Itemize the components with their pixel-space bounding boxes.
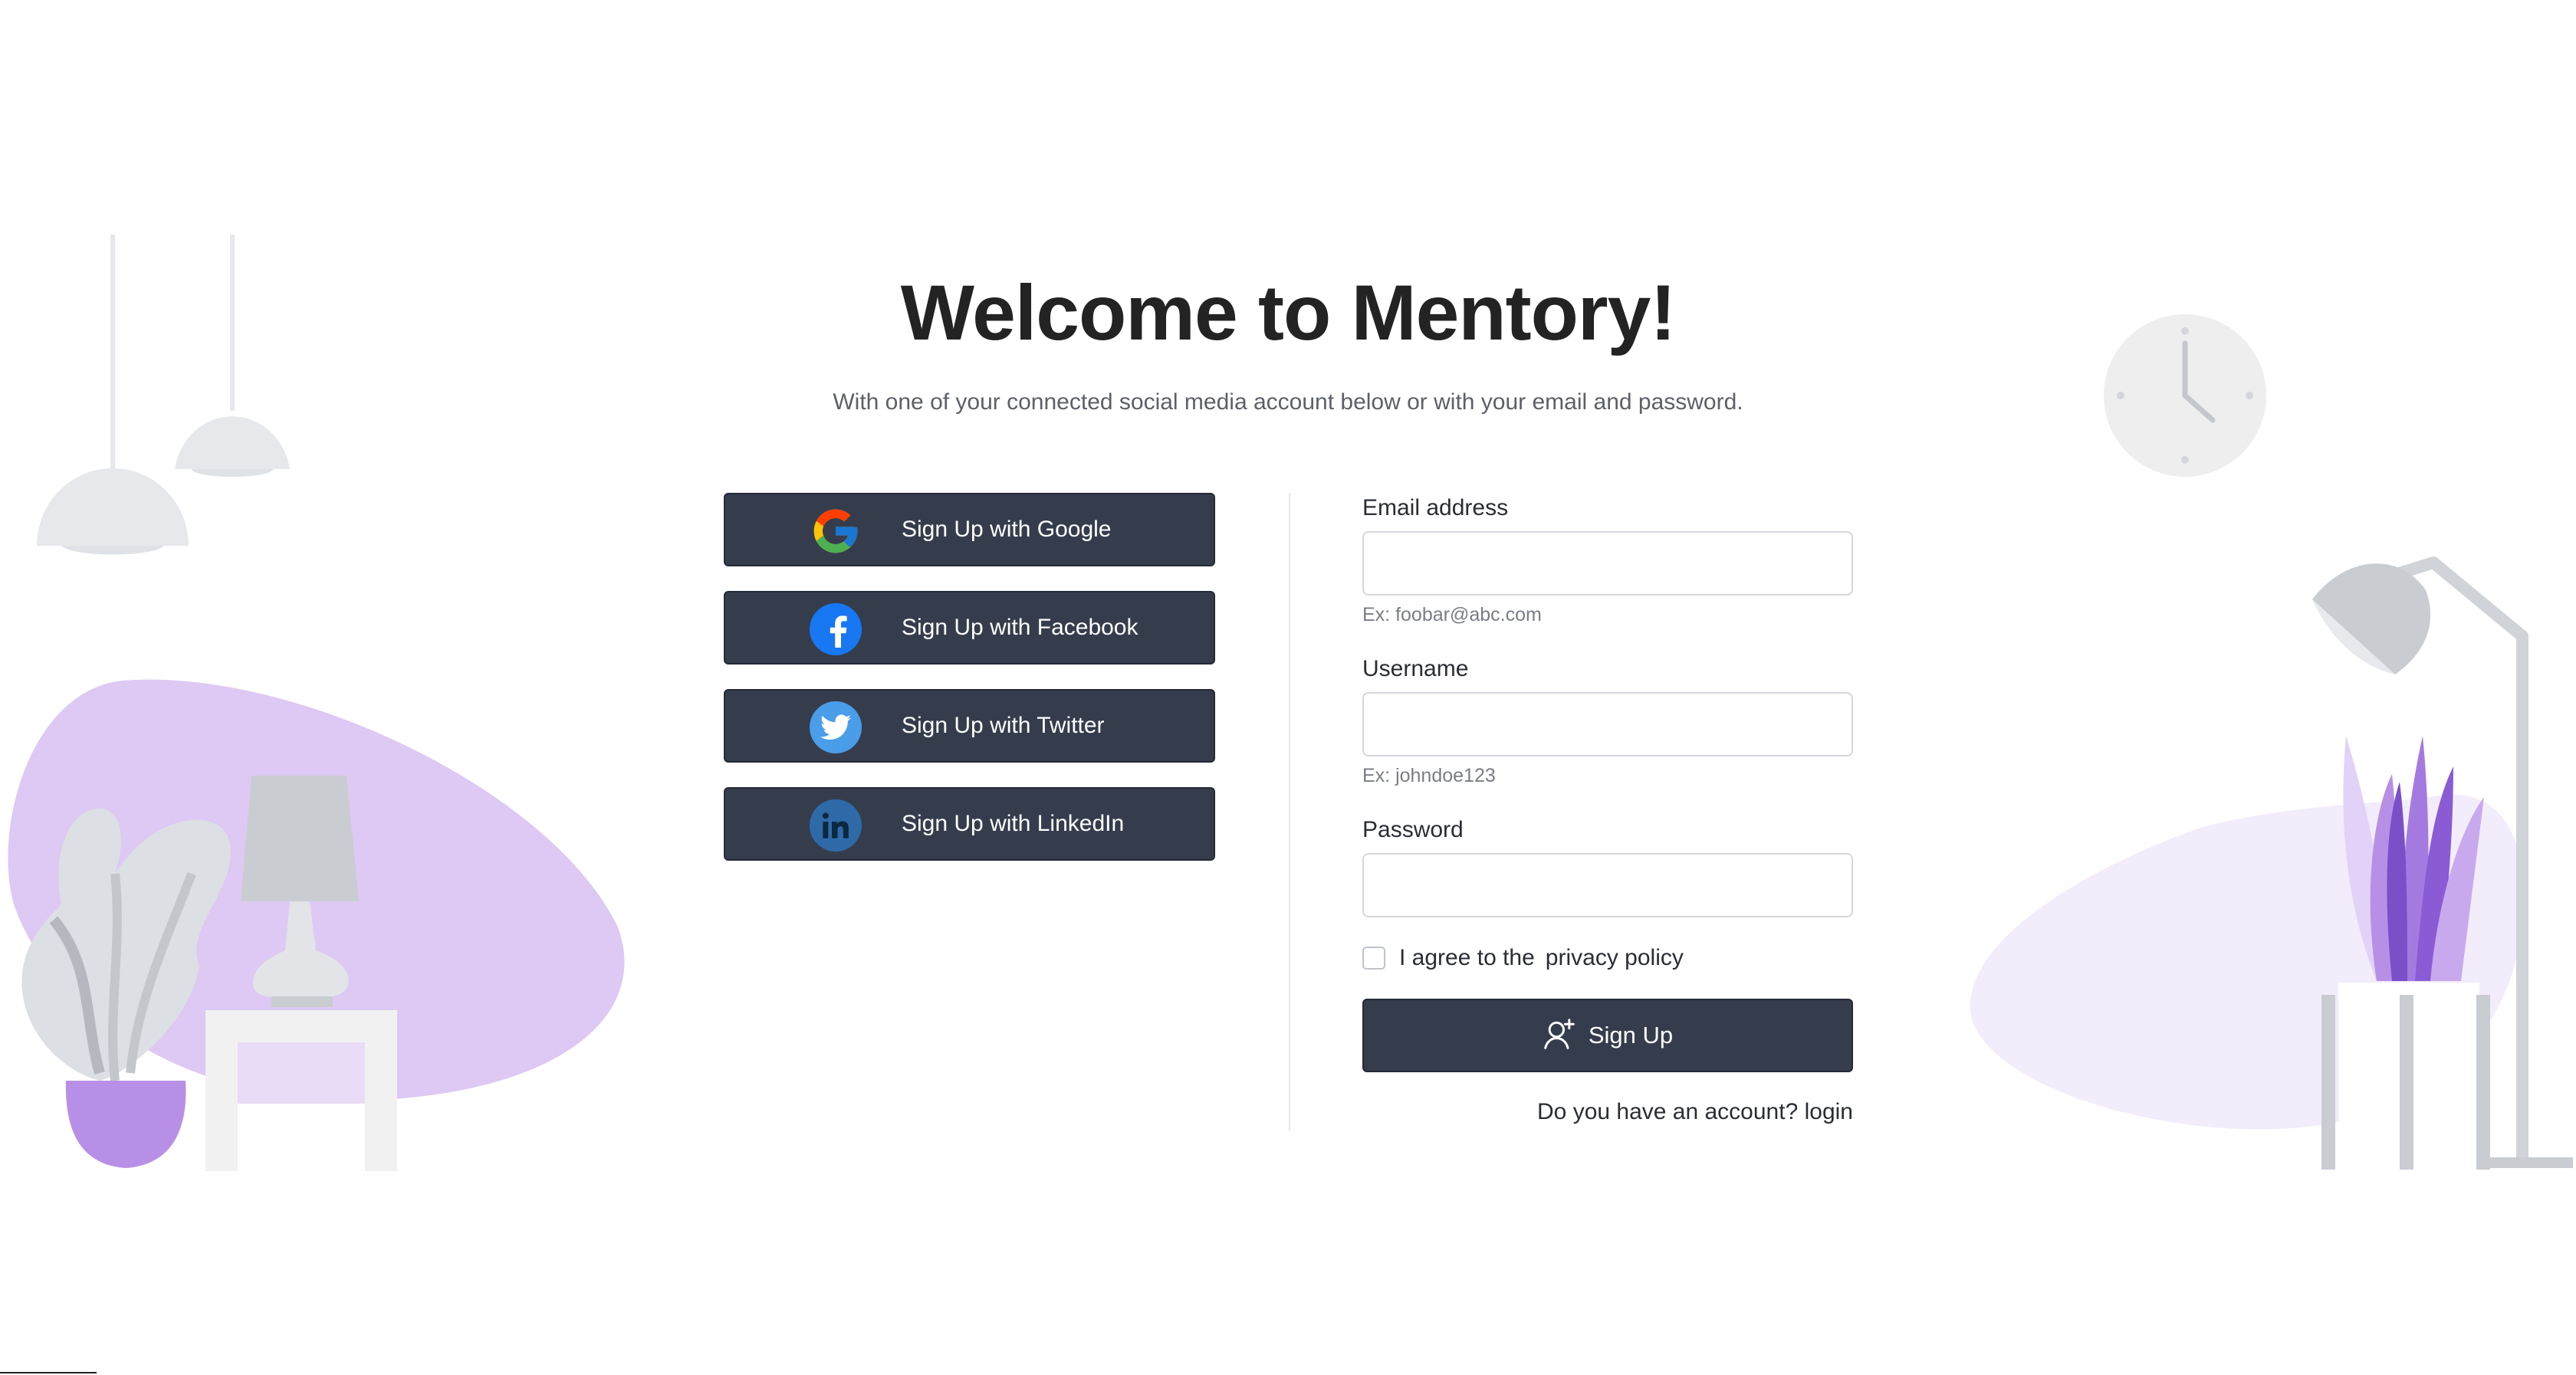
google-icon xyxy=(810,505,862,557)
username-hint: Ex: johndoe123 xyxy=(1362,765,1496,786)
facebook-icon xyxy=(810,603,862,655)
purple-grass-icon xyxy=(2343,736,2484,981)
login-prompt-text: Do you have an account? xyxy=(1537,1099,1799,1124)
page-title: Welcome to Mentory! xyxy=(900,269,1677,356)
username-field[interactable] xyxy=(1362,692,1853,756)
linkedin-icon xyxy=(810,799,862,852)
left-room-illustration xyxy=(8,235,625,1171)
sign-up-label: Sign Up xyxy=(1588,1022,1674,1048)
twitter-icon xyxy=(810,701,862,753)
email-hint: Ex: foobar@abc.com xyxy=(1362,604,1542,625)
privacy-policy-link[interactable]: privacy policy xyxy=(1546,945,1684,971)
vertical-divider xyxy=(1289,493,1290,1131)
email-label: Email address xyxy=(1362,495,1509,520)
google-signup-label: Sign Up with Google xyxy=(902,517,1112,542)
username-label: Username xyxy=(1362,656,1469,681)
agree-checkbox[interactable] xyxy=(1362,947,1385,970)
twitter-signup-button[interactable]: Sign Up with Twitter xyxy=(724,689,1215,763)
password-field[interactable] xyxy=(1362,853,1853,917)
linkedin-signup-button[interactable]: Sign Up with LinkedIn xyxy=(724,787,1215,861)
page-subtitle: With one of your connected social media … xyxy=(833,389,1743,415)
table-lamp-icon xyxy=(241,776,359,1007)
email-field[interactable] xyxy=(1362,531,1853,596)
side-table-icon xyxy=(205,1010,397,1171)
bottom-left-rule xyxy=(0,1372,97,1373)
login-link[interactable]: login xyxy=(1805,1099,1853,1124)
privacy-agreement: I agree to the privacy policy xyxy=(1362,944,1684,972)
user-plus-icon xyxy=(1543,1017,1576,1055)
right-room-illustration xyxy=(1970,314,2573,1170)
login-prompt: Do you have an account? login xyxy=(1537,1099,1853,1125)
plant-stand-icon xyxy=(2321,983,2490,1170)
facebook-signup-label: Sign Up with Facebook xyxy=(902,615,1138,640)
agree-text: I agree to the xyxy=(1399,945,1535,970)
password-label: Password xyxy=(1362,817,1464,842)
facebook-signup-button[interactable]: Sign Up with Facebook xyxy=(724,591,1215,665)
google-signup-button[interactable]: Sign Up with Google xyxy=(724,493,1215,566)
linkedin-signup-label: Sign Up with LinkedIn xyxy=(902,811,1125,836)
sign-up-button[interactable]: Sign Up xyxy=(1362,999,1853,1072)
twitter-signup-label: Sign Up with Twitter xyxy=(902,713,1105,738)
